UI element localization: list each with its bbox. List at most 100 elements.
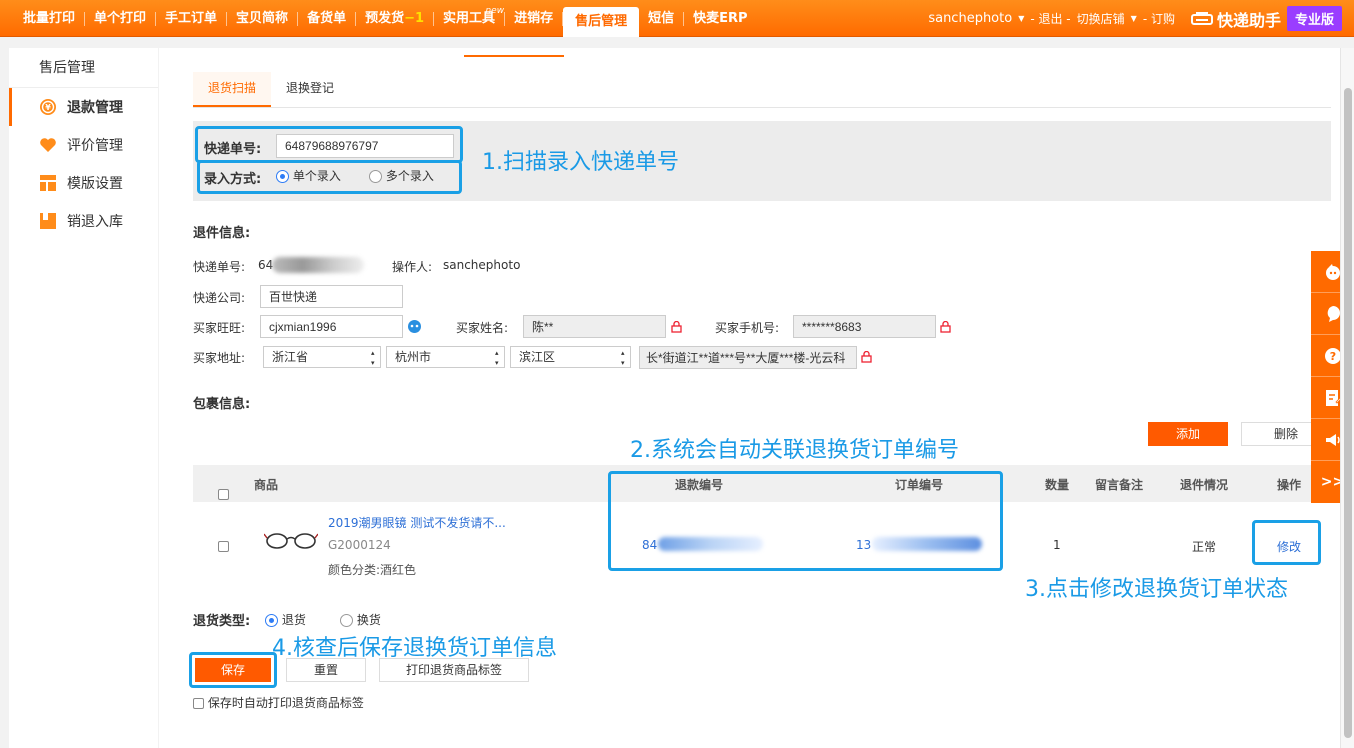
nav-after-sales[interactable]: 售后管理: [563, 7, 640, 37]
row-quantity: 1: [1053, 538, 1061, 552]
brand-logo: 快递助手: [1190, 7, 1281, 31]
tab-bar: 退货扫描 退换登记: [193, 72, 1331, 108]
chevron-down-icon[interactable]: ▼: [1018, 14, 1024, 23]
nav-tools[interactable]: 实用工具 new: [434, 6, 506, 26]
courier-field[interactable]: [260, 285, 403, 308]
nav-sms[interactable]: 短信: [639, 10, 685, 26]
city-select[interactable]: 杭州市: [386, 346, 505, 368]
row-return-status: 正常: [1192, 540, 1217, 554]
annotation-step-3: 3.点击修改退换货订单状态: [1025, 577, 1288, 602]
auto-print-option[interactable]: 保存时自动打印退货商品标签: [193, 694, 364, 711]
sidebar-item-refund[interactable]: ¥ 退款管理: [9, 88, 158, 126]
province-select[interactable]: 浙江省: [263, 346, 381, 368]
return-type-return[interactable]: 退货: [265, 611, 306, 628]
wangwang-field[interactable]: [260, 315, 403, 338]
checkbox-icon[interactable]: [218, 489, 229, 500]
nav-label: 预发货: [365, 10, 405, 26]
district-select[interactable]: 滨江区: [510, 346, 631, 368]
product-name-link[interactable]: 2019潮男眼镜 测试不发货请不...: [328, 514, 506, 531]
nav-label: 单个打印: [94, 10, 147, 26]
sidebar-item-label: 评价管理: [67, 138, 123, 154]
switch-store-link[interactable]: 切换店铺: [1077, 10, 1125, 27]
col-return-status: 退件情况: [1180, 478, 1229, 492]
buyer-name-field: [523, 315, 666, 338]
checkbox-icon[interactable]: [218, 541, 229, 552]
chevron-down-icon[interactable]: ▼: [1131, 14, 1137, 23]
sidebar-item-reviews[interactable]: 评价管理: [9, 126, 158, 164]
select-value: 浙江省: [272, 350, 309, 364]
sidebar: 售后管理 ¥ 退款管理 评价管理 模版设置 销退入库: [9, 48, 158, 748]
scrollbar-thumb[interactable]: [1344, 88, 1352, 738]
active-section-indicator: [464, 55, 564, 57]
main-nav: 批量打印 单个打印 手工订单 宝贝简称 备货单 预发货−1 实用工具 new 进销…: [14, 0, 757, 37]
nav-manual-order[interactable]: 手工订单: [156, 10, 228, 26]
checkbox-icon[interactable]: [193, 698, 204, 709]
highlight-entry-mode: [197, 160, 462, 194]
select-value: 滨江区: [519, 350, 556, 364]
highlight-save: [189, 652, 277, 688]
nav-inventory[interactable]: 进销存: [505, 10, 564, 26]
nav-batch-print[interactable]: 批量打印: [14, 10, 86, 26]
lock-icon[interactable]: [671, 321, 682, 333]
return-tracking-label: 快递单号:: [193, 260, 246, 274]
sidebar-item-label: 销退入库: [67, 214, 123, 230]
annotation-step-1: 1.扫描录入快递单号: [482, 150, 679, 175]
nav-stock-list[interactable]: 备货单: [298, 11, 357, 26]
printer-icon: [1190, 11, 1213, 25]
wangwang-chat-icon[interactable]: [407, 319, 422, 334]
nav-label: 进销存: [514, 10, 554, 26]
product-variant: 颜色分类:酒红色: [328, 563, 417, 577]
sidebar-item-label: 模版设置: [67, 176, 123, 192]
radio-checked-icon[interactable]: [265, 614, 278, 627]
return-type-exchange[interactable]: 换货: [340, 611, 381, 628]
nav-label: 手工订单: [165, 10, 218, 26]
sidebar-item-inbound[interactable]: 销退入库: [9, 202, 158, 240]
nav-label: 售后管理: [575, 14, 628, 29]
select-value: 杭州市: [395, 350, 432, 364]
sidebar-item-label: 退款管理: [67, 100, 123, 116]
col-qty: 数量: [1045, 478, 1070, 492]
nav-label: 批量打印: [23, 10, 76, 26]
return-type-label: 退货类型:: [193, 614, 251, 629]
edition-badge[interactable]: 专业版: [1286, 6, 1342, 31]
refund-icon: ¥: [40, 99, 56, 115]
pre-ship-badge: −1: [404, 10, 425, 26]
street-address-field: [639, 346, 857, 369]
nav-label: 宝贝简称: [236, 10, 289, 26]
add-button[interactable]: 添加: [1148, 422, 1228, 446]
highlight-order-numbers: [608, 471, 1003, 571]
product-sku: G2000124: [328, 538, 391, 552]
top-right-area: sanchephoto ▼ - 退出 - 切换店铺 ▼ - 订购 快递助手 专业…: [928, 0, 1342, 37]
nav-label: 快麦ERP: [693, 10, 748, 26]
wangwang-label: 买家旺旺:: [193, 321, 246, 335]
radio-unchecked-icon[interactable]: [340, 614, 353, 627]
tab-exchange-register[interactable]: 退换登记: [271, 72, 349, 107]
nav-label: 短信: [648, 10, 675, 26]
return-info-title: 退件信息:: [193, 226, 251, 241]
operator-value: sanchephoto: [443, 258, 521, 272]
operator-label: 操作人:: [392, 260, 433, 274]
sidebar-item-templates[interactable]: 模版设置: [9, 164, 158, 202]
new-tag: new: [485, 5, 505, 16]
svg-text:?: ?: [1329, 350, 1335, 363]
order-link[interactable]: - 订购: [1143, 10, 1175, 27]
vertical-scrollbar[interactable]: [1340, 48, 1354, 748]
return-tracking-value: 64: [258, 258, 274, 272]
address-label: 买家地址:: [193, 351, 246, 365]
lock-icon[interactable]: [940, 321, 951, 333]
template-icon: [40, 175, 56, 191]
username[interactable]: sanchephoto: [928, 11, 1012, 26]
nav-erp[interactable]: 快麦ERP: [684, 10, 756, 26]
lock-icon[interactable]: [861, 351, 872, 363]
radio-label: 换货: [356, 613, 381, 627]
col-product: 商品: [254, 478, 279, 492]
annotation-step-4: 4.核查后保存退换货订单信息: [272, 636, 557, 661]
nav-item-alias[interactable]: 宝贝简称: [227, 10, 299, 26]
nav-pre-ship[interactable]: 预发货−1: [356, 10, 435, 26]
logout-link[interactable]: - 退出 -: [1030, 10, 1070, 27]
tab-return-scan[interactable]: 退货扫描: [193, 72, 272, 107]
nav-single-print[interactable]: 单个打印: [85, 10, 157, 26]
row-checkbox[interactable]: [218, 539, 229, 553]
package-info-title: 包裹信息:: [193, 397, 251, 412]
top-navigation-bar: 批量打印 单个打印 手工订单 宝贝简称 备货单 预发货−1 实用工具 new 进销…: [0, 0, 1354, 37]
